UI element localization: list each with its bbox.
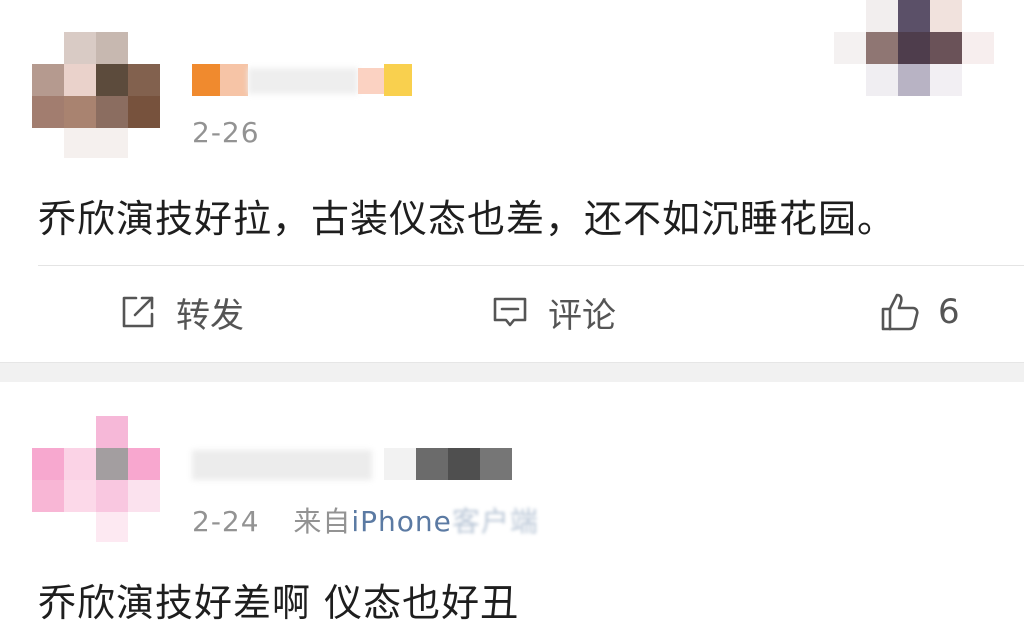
- comment-text: 乔欣演技好拉，古装仪态也差，还不如沉睡花园。: [38, 197, 897, 241]
- divider: [38, 265, 1024, 266]
- like-count: 6: [938, 292, 960, 332]
- post-date: 2-26: [192, 116, 260, 149]
- comment-icon: [490, 292, 530, 332]
- username-redacted[interactable]: [192, 448, 514, 482]
- avatar[interactable]: [32, 416, 162, 544]
- badge-image-redacted: [834, 0, 994, 98]
- post-meta: 2-24 来自iPhone客户端: [192, 500, 539, 540]
- username-redacted[interactable]: [192, 64, 418, 98]
- source-device-link[interactable]: iPhone: [351, 505, 452, 538]
- comment-label: 评论: [548, 295, 616, 336]
- comment-card: 2-26 乔欣演技好拉，古装仪态也差，还不如沉睡花园。 转发 评论 6: [0, 0, 1024, 362]
- thumbs-up-icon: [878, 290, 922, 334]
- comment-button[interactable]: 评论: [490, 286, 616, 338]
- repost-label: 转发: [176, 295, 244, 336]
- like-button[interactable]: 6: [878, 286, 960, 338]
- source-client: 客户端: [451, 505, 539, 538]
- repost-icon: [118, 292, 158, 332]
- source-prefix: 来自: [293, 505, 352, 538]
- comment-card: 2-24 来自iPhone客户端 乔欣演技好差啊 仪态也好丑: [0, 382, 1024, 641]
- repost-button[interactable]: 转发: [118, 286, 244, 338]
- post-date: 2-24: [192, 505, 260, 538]
- section-separator: [0, 362, 1024, 383]
- comment-text: 乔欣演技好差啊 仪态也好丑: [38, 581, 520, 625]
- avatar[interactable]: [32, 32, 162, 160]
